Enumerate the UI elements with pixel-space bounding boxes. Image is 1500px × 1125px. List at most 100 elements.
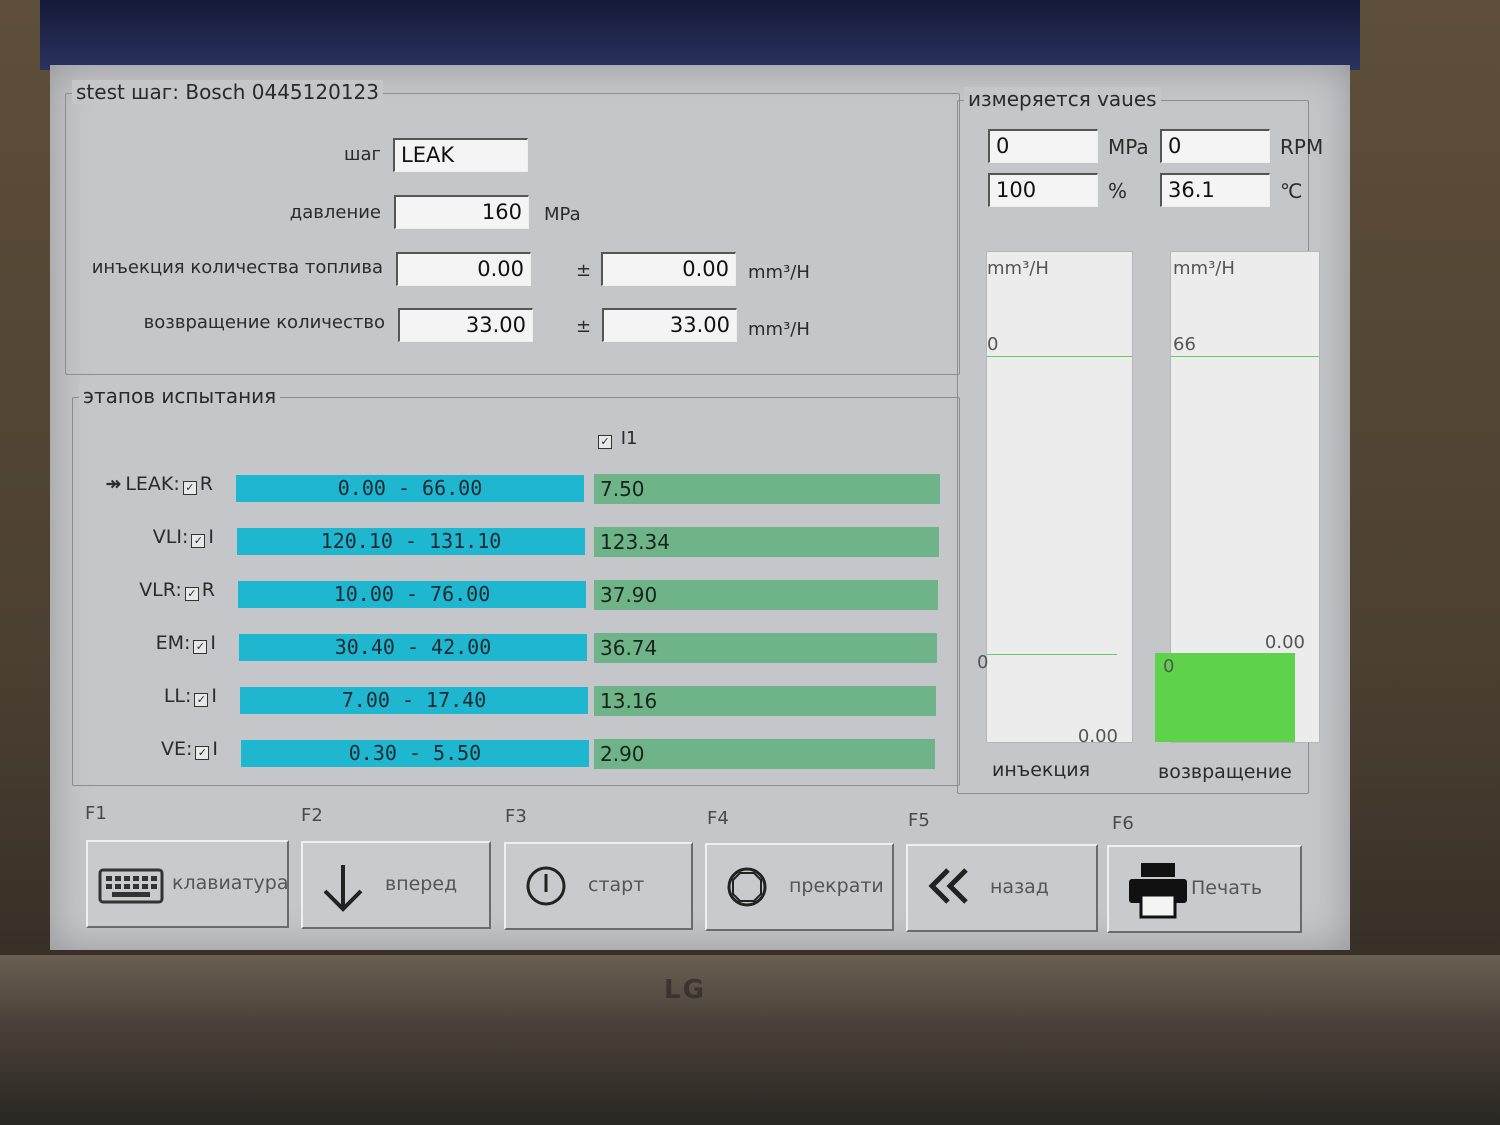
step-checkbox[interactable]: ✓ (194, 693, 209, 707)
pressure-unit: MPa (544, 204, 581, 225)
screen-top-strip (40, 0, 1360, 70)
function-key-label: F2 (301, 805, 323, 826)
function-key-label: F3 (505, 806, 527, 827)
step-mode: I (208, 526, 214, 548)
current-step-arrow-icon: ↠ (105, 473, 122, 495)
return-gauge: mm³/H 66 0.00 0 (1155, 251, 1320, 743)
function-key-label: F4 (707, 808, 729, 829)
fkey-button-label: назад (990, 876, 1049, 898)
step-row-label[interactable]: EM: ✓ I (66, 632, 216, 654)
step-value-bar: 2.90 (594, 739, 935, 769)
measured-percent-field[interactable]: 100 (988, 173, 1098, 207)
column-header-label: I1 (620, 428, 638, 449)
step-row-label[interactable]: ↠ LEAK: ✓ R (63, 473, 213, 495)
step-name: VLR: (139, 579, 182, 601)
keyboard-icon (98, 862, 164, 910)
column-checkbox[interactable]: ✓ (598, 435, 612, 449)
return-gauge-top-line (1171, 356, 1319, 357)
return-gauge-reading: 0.00 (1264, 632, 1305, 653)
step-name: EM: (155, 632, 191, 654)
fkey-button-f1[interactable]: клавиатура (86, 840, 289, 928)
measured-temperature-field[interactable]: 36.1 (1160, 173, 1270, 207)
step-row-label[interactable]: LL: ✓ I (67, 685, 217, 707)
step-name: LEAK: (125, 473, 180, 495)
step-value-bar: 37.90 (594, 580, 938, 610)
step-range-bar: 30.40 - 42.00 (239, 634, 587, 661)
step-value-bar: 36.74 (594, 633, 937, 663)
test-parameters-title: stest шаг: Bosch 0445120123 (72, 80, 383, 104)
step-mode: R (201, 579, 215, 601)
return-gauge-bottom: 0 (1163, 656, 1175, 677)
injection-tolerance-field[interactable]: 0.00 (601, 252, 736, 286)
test-steps-title: этапов испытания (79, 384, 281, 408)
function-key-label: F6 (1112, 813, 1134, 834)
step-checkbox[interactable]: ✓ (193, 640, 208, 654)
fkey-button-f5[interactable]: назад (906, 844, 1098, 932)
step-label: шаг (344, 144, 381, 165)
step-name: VLI: (152, 526, 189, 548)
fkey-button-f2[interactable]: вперед (301, 841, 491, 929)
injection-gauge-top: 0 (987, 334, 999, 355)
fkey-button-f4[interactable]: прекрати (705, 843, 894, 931)
return-gauge-fill (1155, 653, 1295, 742)
injection-gauge-bottom-line (987, 654, 1117, 655)
step-range-bar: 10.00 - 76.00 (238, 581, 586, 608)
function-key-label: F1 (85, 803, 107, 824)
arrow-down-icon (321, 863, 365, 917)
measured-pressure-unit: MPa (1108, 135, 1149, 159)
stop-icon (725, 865, 769, 913)
monitor-brand-logo: LG (664, 975, 706, 1005)
step-row-label[interactable]: VLI: ✓ I (64, 526, 214, 548)
measured-percent-unit: % (1108, 179, 1128, 203)
injection-gauge-bottom: 0 (977, 652, 989, 673)
fkey-button-f3[interactable]: старт (504, 842, 693, 930)
step-range-bar: 120.10 - 131.10 (237, 528, 585, 555)
step-checkbox[interactable]: ✓ (184, 587, 199, 601)
step-checkbox[interactable]: ✓ (195, 746, 210, 760)
step-row-label[interactable]: VE: ✓ I (68, 738, 218, 760)
injection-gauge-label: инъекция (992, 759, 1091, 781)
return-label: возвращение количество (143, 312, 385, 333)
measured-values-group: измеряется vaues 0 MPa 0 RPM 100 % 36.1 … (957, 87, 1323, 794)
step-mode: I (211, 685, 217, 707)
pressure-label: давление (289, 202, 381, 223)
double-chevron-left-icon (926, 866, 974, 910)
fkey-button-label: Печать (1191, 877, 1263, 899)
injection-label: инъекция количества топлива (91, 257, 383, 278)
injection-plusminus: ± (576, 260, 592, 281)
test-steps-group: этапов испытания ✓ I1 ↠ LEAK: ✓ R 0.00 - 66.… (72, 384, 960, 786)
injection-gauge-reading: 0.00 (1077, 726, 1118, 747)
step-value-bar: 123.34 (594, 527, 939, 557)
fkey-button-label: клавиатура (172, 872, 289, 894)
fkey-button-f6[interactable]: Печать (1107, 845, 1302, 933)
return-unit: mm³/H (748, 319, 810, 340)
return-gauge-top: 66 (1173, 334, 1196, 355)
measured-temperature-unit: ℃ (1280, 179, 1303, 203)
step-field[interactable]: LEAK (393, 138, 528, 172)
step-range-bar: 0.30 - 5.50 (241, 740, 589, 767)
pressure-field[interactable]: 160 (394, 195, 529, 229)
injection-quantity-field[interactable]: 0.00 (396, 252, 531, 286)
return-quantity-field[interactable]: 33.00 (398, 308, 533, 342)
monitor-bezel-bottom (0, 955, 1500, 1125)
fkey-button-label: старт (588, 874, 645, 896)
column-header-i1[interactable]: ✓ I1 (595, 428, 638, 449)
measured-rpm-field[interactable]: 0 (1160, 129, 1270, 163)
injection-gauge-top-line (987, 356, 1132, 357)
step-checkbox[interactable]: ✓ (182, 481, 197, 495)
printer-icon (1127, 861, 1189, 923)
app-screen: stest шаг: Bosch 0445120123 шаг LEAK дав… (50, 65, 1350, 950)
step-row-label[interactable]: VLR: ✓ R (65, 579, 215, 601)
return-gauge-unit: mm³/H (1173, 258, 1235, 279)
step-mode: I (212, 738, 218, 760)
function-key-label: F5 (908, 810, 930, 831)
test-parameters-group: stest шаг: Bosch 0445120123 шаг LEAK дав… (65, 80, 960, 375)
measured-pressure-field[interactable]: 0 (988, 129, 1098, 163)
fkey-button-label: вперед (385, 873, 458, 895)
step-range-bar: 0.00 - 66.00 (236, 475, 584, 502)
step-checkbox[interactable]: ✓ (191, 534, 206, 548)
injection-gauge: mm³/H 0 0 0.00 (977, 251, 1133, 747)
return-tolerance-field[interactable]: 33.00 (602, 308, 737, 342)
measured-values-title: измеряется vaues (964, 87, 1161, 111)
step-name: VE: (160, 738, 193, 760)
